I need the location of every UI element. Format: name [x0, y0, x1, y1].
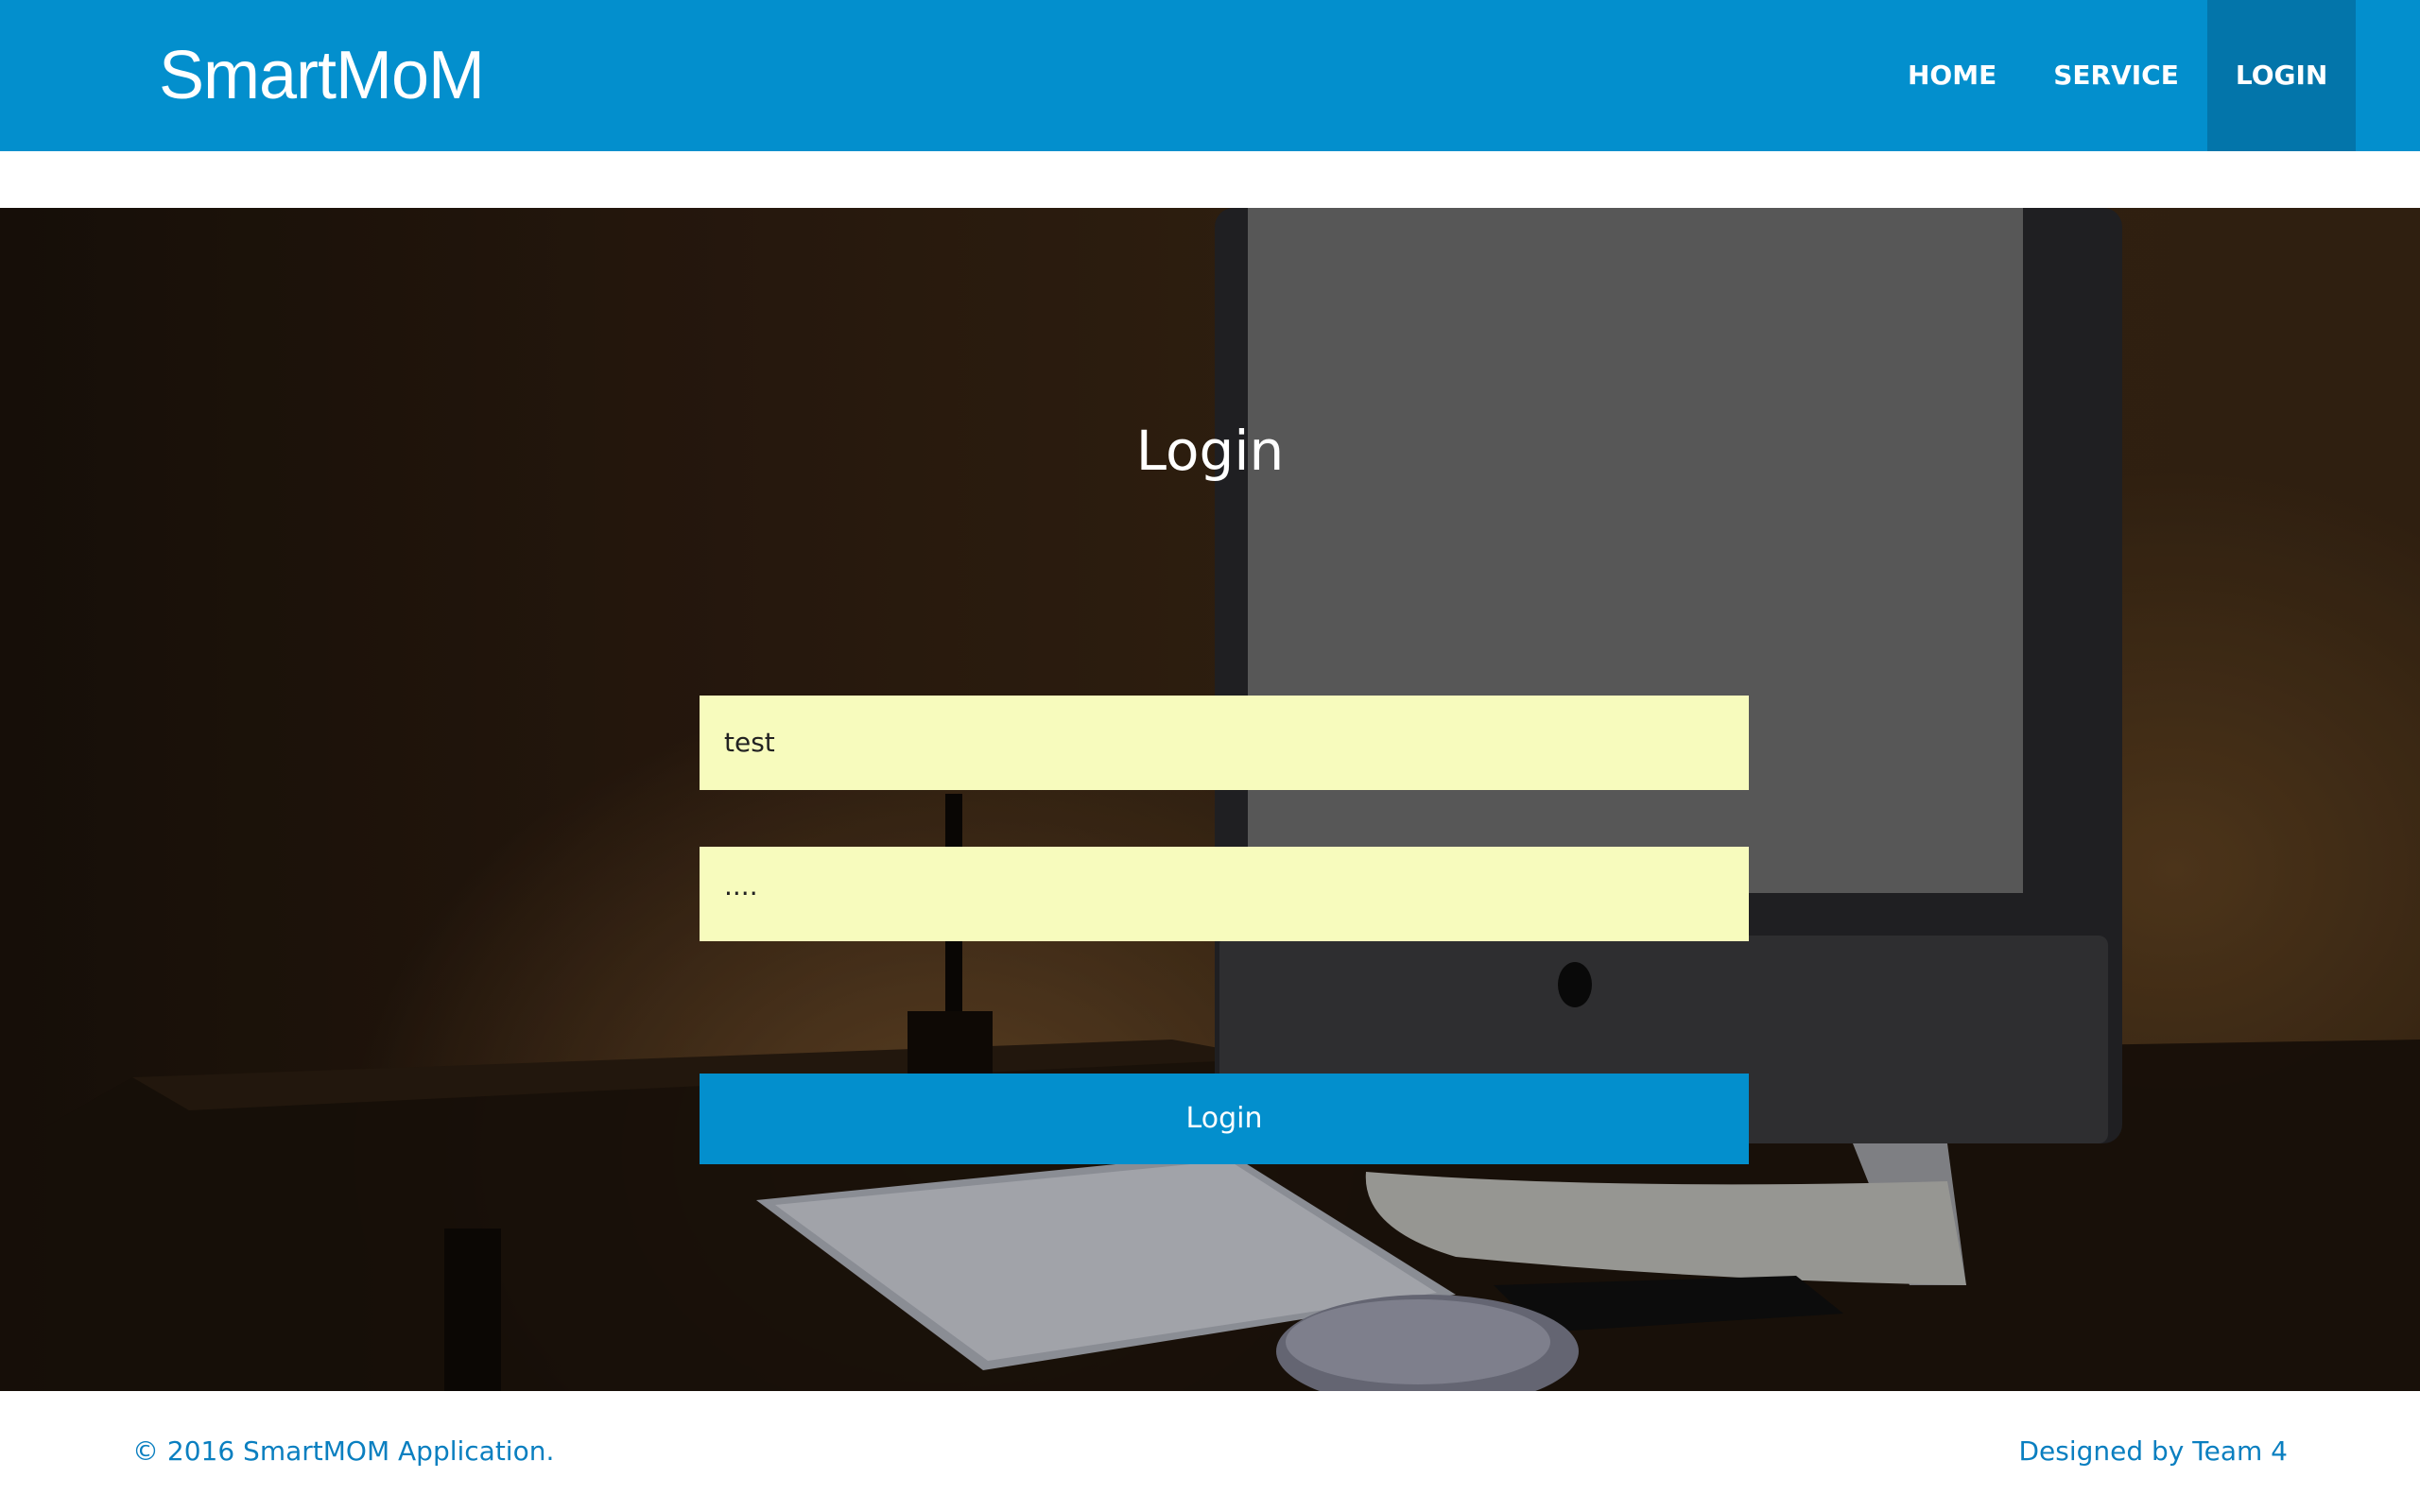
hero-section: Login test ···· Login — [0, 208, 2420, 1391]
login-button[interactable]: Login — [700, 1074, 1749, 1164]
footer-copyright: © 2016 SmartMOM Application. — [132, 1435, 555, 1467]
username-value: test — [724, 727, 775, 758]
nav-service[interactable]: SERVICE — [2025, 0, 2207, 151]
login-title: Login — [1135, 419, 1285, 483]
brand-logo[interactable]: SmartMoM — [159, 36, 485, 115]
password-input[interactable]: ···· — [700, 847, 1749, 941]
hero-overlay — [0, 208, 2420, 1391]
password-value: ···· — [724, 878, 758, 909]
nav-home[interactable]: HOME — [1879, 0, 2025, 151]
nav-login[interactable]: LOGIN — [2206, 0, 2357, 151]
username-input[interactable]: test — [700, 696, 1749, 790]
footer-credit: Designed by Team 4 — [2018, 1435, 2288, 1467]
top-navbar: SmartMoM HOME SERVICE LOGIN — [0, 0, 2420, 151]
main-nav: HOME SERVICE LOGIN — [1879, 0, 2357, 151]
